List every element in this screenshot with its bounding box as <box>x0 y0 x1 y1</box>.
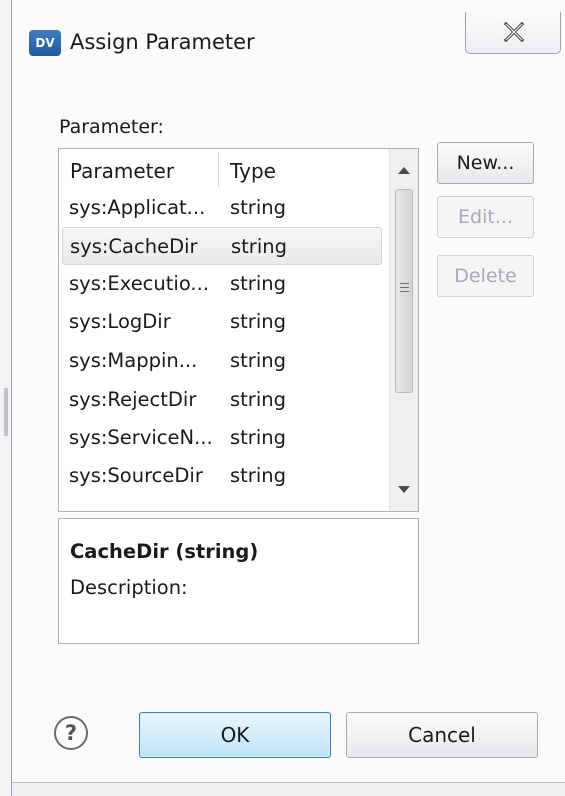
row-parameter-name: sys:Applicat... <box>69 196 206 219</box>
row-parameter-type: string <box>230 388 286 411</box>
app-icon: DV <box>29 30 61 56</box>
ok-button[interactable]: OK <box>139 712 331 758</box>
edit-button[interactable]: Edit... <box>437 196 534 238</box>
table-row[interactable]: sys:SourceDir string <box>59 457 389 495</box>
parameter-section-label: Parameter: <box>59 116 164 138</box>
assign-parameter-dialog: DV Assign Parameter Parameter: Parameter… <box>11 0 565 796</box>
table-vertical-scrollbar[interactable] <box>389 149 418 511</box>
thumb-grip-line <box>400 283 409 284</box>
row-parameter-name: sys:Mappin... <box>69 349 198 372</box>
title-bar[interactable]: DV Assign Parameter <box>12 0 565 82</box>
background-edge-mark <box>4 388 8 436</box>
scroll-down-icon[interactable] <box>398 486 410 493</box>
row-parameter-name: sys:RejectDir <box>69 388 197 411</box>
row-parameter-name: sys:SourceDir <box>69 464 203 487</box>
table-header: Parameter Type <box>59 149 389 189</box>
thumb-grip-line <box>400 291 409 292</box>
row-parameter-name: sys:LogDir <box>69 310 171 333</box>
help-icon[interactable]: ? <box>54 716 88 750</box>
new-button[interactable]: New... <box>437 142 534 184</box>
table-row[interactable]: sys:LogDir string <box>59 303 389 341</box>
help-icon-glyph: ? <box>64 721 78 745</box>
delete-button[interactable]: Delete <box>437 255 534 297</box>
scrollbar-thumb[interactable] <box>395 189 413 393</box>
row-parameter-type: string <box>230 310 286 333</box>
row-parameter-type: string <box>230 272 286 295</box>
row-parameter-type: string <box>231 235 287 258</box>
row-parameter-type: string <box>230 349 286 372</box>
column-header-parameter[interactable]: Parameter <box>70 159 174 183</box>
scroll-up-icon[interactable] <box>398 167 410 174</box>
row-parameter-type: string <box>230 464 286 487</box>
row-parameter-type: string <box>230 196 286 219</box>
row-parameter-name: sys:ServiceN... <box>69 426 213 449</box>
table-row-selected[interactable]: sys:CacheDir string <box>62 227 382 265</box>
background-window-edge <box>0 0 11 796</box>
close-icon <box>503 21 525 43</box>
table-row[interactable]: sys:Mappin... string <box>59 342 389 380</box>
cancel-button[interactable]: Cancel <box>346 712 538 758</box>
table-row[interactable]: sys:ServiceN... string <box>59 419 389 457</box>
column-divider[interactable] <box>218 153 219 187</box>
column-header-type[interactable]: Type <box>230 159 276 183</box>
table-row[interactable]: sys:Executio... string <box>59 265 389 303</box>
row-parameter-name: sys:Executio... <box>69 272 210 295</box>
app-icon-text: DV <box>35 36 55 50</box>
thumb-grip-line <box>400 287 409 288</box>
table-row[interactable]: sys:RejectDir string <box>59 381 389 419</box>
row-parameter-type: string <box>230 426 286 449</box>
dialog-title: Assign Parameter <box>70 30 255 54</box>
description-panel: CacheDir (string) Description: <box>58 518 419 644</box>
description-label: Description: <box>70 576 188 599</box>
window-bottom-frame <box>12 782 565 796</box>
row-parameter-name: sys:CacheDir <box>70 235 198 258</box>
table-row[interactable]: sys:Applicat... string <box>59 189 389 227</box>
parameter-table[interactable]: Parameter Type sys:Applicat... string sy… <box>58 148 419 512</box>
description-title: CacheDir (string) <box>70 540 259 563</box>
dialog-body: Parameter: Parameter Type sys:Applicat..… <box>12 82 565 782</box>
close-button[interactable] <box>465 12 561 54</box>
